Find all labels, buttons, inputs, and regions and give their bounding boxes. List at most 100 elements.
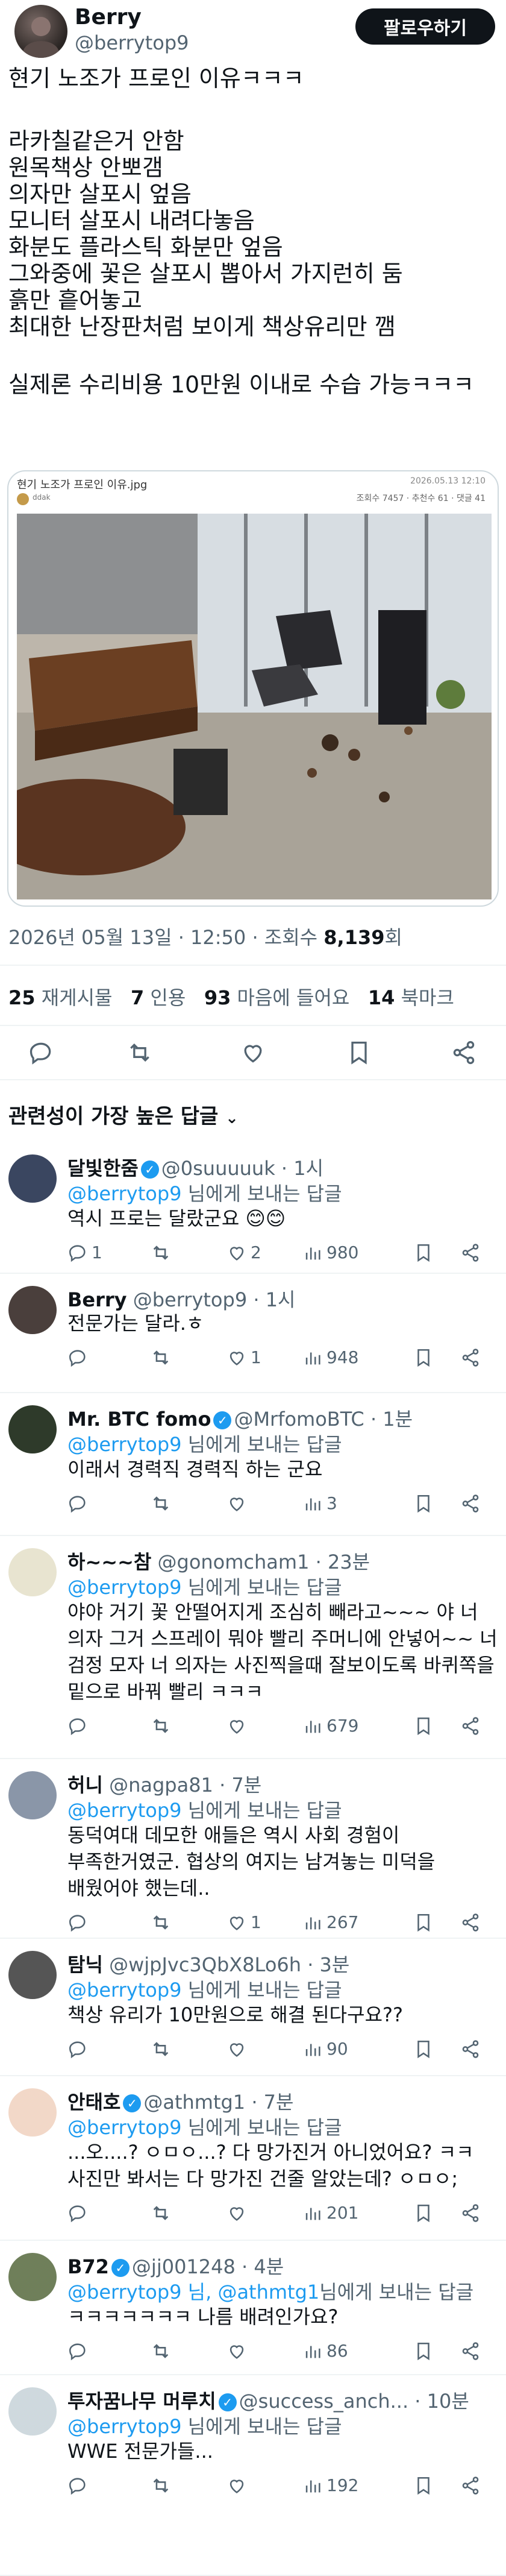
- views-icon[interactable]: [302, 2341, 323, 2361]
- reply-author-name[interactable]: 투자꿈나무 머루치: [67, 2390, 216, 2413]
- bookmark-icon[interactable]: [413, 1242, 434, 1263]
- quote-count[interactable]: 7: [131, 986, 144, 1009]
- follow-button[interactable]: 팔로우하기: [355, 8, 495, 45]
- share-icon[interactable]: [460, 2341, 481, 2361]
- reply-item[interactable]: 안태호 ✓ @athmtg1 · 7분 @berrytop9 님에게 보내는 답글..…: [0, 2076, 506, 2241]
- repost-icon[interactable]: [151, 1347, 171, 1368]
- bookmark-icon[interactable]: [413, 2203, 434, 2223]
- reply-avatar[interactable]: [8, 1771, 57, 1819]
- heart-icon[interactable]: [240, 1039, 266, 1066]
- reply-handle-time[interactable]: @jj001248 · 4분: [132, 2255, 284, 2278]
- heart-icon[interactable]: [226, 1912, 247, 1933]
- views-icon[interactable]: [302, 1912, 323, 1933]
- reply-icon[interactable]: [67, 1493, 88, 1514]
- repost-icon[interactable]: [151, 1242, 171, 1263]
- reply-to-mention[interactable]: @berrytop9: [67, 1979, 181, 2001]
- share-icon[interactable]: [460, 1347, 481, 1368]
- reply-avatar[interactable]: [8, 2088, 57, 2137]
- bookmark-icon[interactable]: [413, 1347, 434, 1368]
- repost-icon[interactable]: [151, 1493, 171, 1514]
- bookmark-count[interactable]: 14: [368, 986, 395, 1009]
- reply-handle-time[interactable]: @berrytop9 · 1시: [133, 1288, 296, 1311]
- bookmark-icon[interactable]: [413, 1912, 434, 1933]
- reply-avatar[interactable]: [8, 1154, 57, 1203]
- reply-item[interactable]: 허니 @nagpa81 · 7분 @berrytop9 님에게 보내는 답글 동덕여…: [0, 1759, 506, 1939]
- reply-item[interactable]: Berry @berrytop9 · 1시 전문가는 달라.ㅎ 1 948: [0, 1274, 506, 1393]
- reply-author-name[interactable]: B72: [67, 2255, 109, 2278]
- reply-handle-time[interactable]: @MrfomoBTC · 1분: [234, 1408, 413, 1431]
- heart-icon[interactable]: [226, 2039, 247, 2059]
- author-handle[interactable]: @berrytop9: [75, 31, 189, 54]
- like-count[interactable]: 93: [204, 986, 231, 1009]
- reply-to-mention[interactable]: @berrytop9: [67, 2415, 181, 2438]
- reply-avatar[interactable]: [8, 1405, 57, 1453]
- reply-to-mention[interactable]: @berrytop9: [67, 1433, 181, 1456]
- reply-to-mention[interactable]: @berrytop9: [67, 1576, 181, 1599]
- reply-icon[interactable]: [67, 1347, 88, 1368]
- bookmark-label[interactable]: 북마크: [401, 986, 454, 1009]
- share-icon[interactable]: [460, 1493, 481, 1514]
- reply-avatar[interactable]: [8, 1548, 57, 1596]
- author-avatar[interactable]: [14, 5, 67, 58]
- reply-avatar[interactable]: [8, 1286, 57, 1334]
- quote-label[interactable]: 인용: [150, 986, 186, 1009]
- like-label[interactable]: 마음에 들어요: [237, 986, 350, 1009]
- heart-icon[interactable]: [226, 2203, 247, 2223]
- reply-item[interactable]: B72 ✓ @jj001248 · 4분 @berrytop9 님, @athmtg1…: [0, 2241, 506, 2375]
- reply-avatar[interactable]: [8, 1951, 57, 1999]
- share-icon[interactable]: [460, 1242, 481, 1263]
- reply-author-name[interactable]: Berry: [67, 1288, 127, 1311]
- bookmark-icon[interactable]: [413, 1716, 434, 1736]
- reply-to-mention[interactable]: @berrytop9 님, @athmtg1: [67, 2281, 319, 2304]
- heart-icon[interactable]: [226, 1347, 247, 1368]
- share-icon[interactable]: [451, 1039, 477, 1066]
- tweet-timestamp[interactable]: 2026년 05월 13일 · 12:50 · 조회수 8,139회: [8, 922, 402, 950]
- reply-icon[interactable]: [67, 2039, 88, 2059]
- repost-count[interactable]: 25: [8, 986, 36, 1009]
- reply-icon[interactable]: [67, 2203, 88, 2223]
- reply-author-name[interactable]: 안태호: [67, 2091, 120, 2114]
- reply-to-mention[interactable]: @berrytop9: [67, 1799, 181, 1822]
- reply-icon[interactable]: [67, 1716, 88, 1736]
- reply-to-mention[interactable]: @berrytop9: [67, 2116, 181, 2139]
- views-icon[interactable]: [302, 1347, 323, 1368]
- reply-handle-time[interactable]: @gonomcham1 · 23분: [158, 1551, 370, 1573]
- reply-item[interactable]: Mr. BTC fomo ✓ @MrfomoBTC · 1분 @berrytop9 님…: [0, 1393, 506, 1536]
- share-icon[interactable]: [460, 2203, 481, 2223]
- share-icon[interactable]: [460, 1912, 481, 1933]
- reply-item[interactable]: 투자꿈나무 머루치 ✓ @success_anch... · 10분 @berryto…: [0, 2375, 506, 2576]
- reply-icon[interactable]: [67, 2341, 88, 2361]
- bookmark-icon[interactable]: [413, 2475, 434, 2496]
- views-icon[interactable]: [302, 2039, 323, 2059]
- reply-icon[interactable]: [28, 1039, 54, 1066]
- reply-author-name[interactable]: 허니: [67, 1774, 103, 1797]
- heart-icon[interactable]: [226, 1493, 247, 1514]
- reply-author-name[interactable]: Mr. BTC fomo: [67, 1408, 211, 1431]
- bookmark-icon[interactable]: [413, 2039, 434, 2059]
- tweet-media[interactable]: 현기 노조가 프로인 이유.jpg 2026.05.13 12:10 조회수 7…: [7, 470, 499, 907]
- views-icon[interactable]: [302, 1242, 323, 1263]
- reply-icon[interactable]: [67, 1912, 88, 1933]
- heart-icon[interactable]: [226, 2475, 247, 2496]
- reply-avatar[interactable]: [8, 2387, 57, 2436]
- reply-item[interactable]: 달빛한줌 ✓ @0suuuuuk · 1시 @berrytop9 님에게 보내는 답글…: [0, 1142, 506, 1274]
- heart-icon[interactable]: [226, 1716, 247, 1736]
- repost-icon[interactable]: [151, 2039, 171, 2059]
- reply-author-name[interactable]: 탐닉: [67, 1953, 103, 1976]
- reply-item[interactable]: 탐닉 @wjpJvc3QbX8Lo6h · 3분 @berrytop9 님에게 보…: [0, 1939, 506, 2076]
- share-icon[interactable]: [460, 2475, 481, 2496]
- reply-handle-time[interactable]: @success_anch... · 10분: [239, 2390, 469, 2413]
- repost-label[interactable]: 재게시물: [42, 986, 113, 1009]
- share-icon[interactable]: [460, 2039, 481, 2059]
- bookmark-icon[interactable]: [413, 2341, 434, 2361]
- heart-icon[interactable]: [226, 1242, 247, 1263]
- views-icon[interactable]: [302, 1716, 323, 1736]
- reply-item[interactable]: 하~~~참 @gonomcham1 · 23분 @berrytop9 님에게 보내…: [0, 1536, 506, 1759]
- repost-icon[interactable]: [151, 2341, 171, 2361]
- reply-icon[interactable]: [67, 1242, 88, 1263]
- reply-handle-time[interactable]: @0suuuuuk · 1시: [161, 1157, 323, 1180]
- bookmark-icon[interactable]: [413, 1493, 434, 1514]
- views-icon[interactable]: [302, 2475, 323, 2496]
- reply-to-mention[interactable]: @berrytop9: [67, 1182, 181, 1205]
- reply-author-name[interactable]: 하~~~참: [67, 1551, 151, 1573]
